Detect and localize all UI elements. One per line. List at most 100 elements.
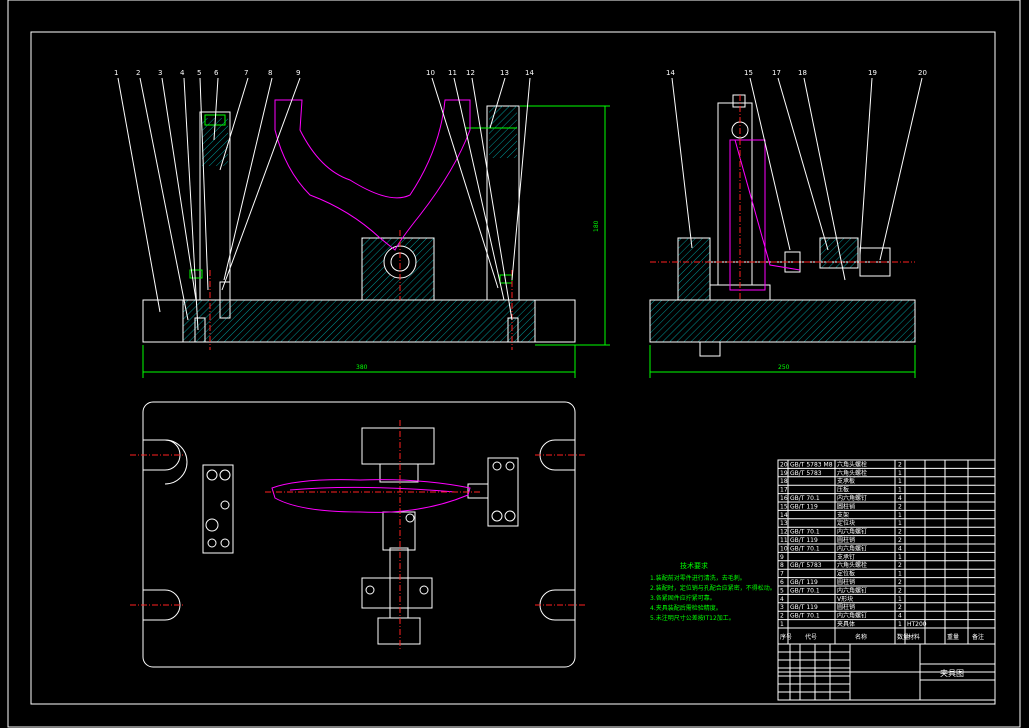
bom-row-no: 10 [780,545,788,552]
bom-row-qty: 1 [898,512,902,519]
bom-row-name: 六角头螺栓 [837,561,867,569]
svg-text:18: 18 [798,69,807,77]
bom-row-code: GB/T 5783 [790,470,822,477]
bom-row-no: 2 [780,613,784,620]
bom-row-qty: 2 [898,587,902,594]
bom-row-no: 7 [780,571,784,578]
bom-row-name: 定位块 [837,519,855,527]
svg-text:14: 14 [666,69,675,77]
bom-row-qty: 2 [898,529,902,536]
bom-row-code: GB/T 5783 [790,562,822,569]
bom-row-code: GB/T 119 [790,537,818,544]
bom-row-no: 12 [780,529,788,536]
bom-row-code: GB/T 70.1 [790,495,820,502]
bom-row-no: 5 [780,587,784,594]
bom-row-name: 圆柱销 [837,603,855,611]
svg-text:名称: 名称 [855,633,867,641]
svg-text:代号: 代号 [805,633,817,641]
svg-text:19: 19 [868,69,877,77]
bom-row-no: 17 [780,487,788,494]
svg-text:15: 15 [744,69,753,77]
svg-text:5.未注明尺寸公差按IT12加工。: 5.未注明尺寸公差按IT12加工。 [650,614,735,622]
bom-row-name: 支架 [837,511,849,519]
front-view-labels: 1 2 3 4 5 6 7 8 9 10 11 12 13 14 [114,69,534,77]
bom-row-name: V形块 [837,595,853,603]
bom-row-material: HT200 [907,621,927,628]
svg-text:20: 20 [918,69,927,77]
bom-row-qty: 1 [898,621,902,628]
front-leaders [117,77,531,331]
bom-row-qty: 4 [898,545,902,552]
bom-row-name: 内六角螺钉 [837,586,867,594]
bom-row-no: 14 [780,512,788,519]
bom-row-no: 8 [780,562,784,569]
bom-row-name: 内六角螺钉 [837,612,867,620]
bom-row-no: 9 [780,554,784,561]
bom-row-qty: 1 [898,596,902,603]
bom-row-qty: 2 [898,562,902,569]
title-block-name: 夹具图 [940,668,964,678]
bom-row-code: GB/T 5783 M8 [790,461,833,468]
bom-row-name: 圆柱销 [837,578,855,586]
bom-row-qty: 1 [898,571,902,578]
bom-row-code: GB/T 70.1 [790,613,820,620]
bom-row-name: 圆柱销 [837,502,855,510]
tech-notes: 技术要求 1.装配前对零件进行清洗，去毛刺。 2.装配时，定位销与孔配合应紧密，… [650,561,776,622]
bom-row-no: 16 [780,495,788,502]
bom-row-no: 11 [780,537,788,544]
svg-text:7: 7 [244,69,248,77]
dim-side-width-text: 250 [778,364,790,371]
svg-text:2.装配时，定位销与孔配合应紧密，不得松动。: 2.装配时，定位销与孔配合应紧密，不得松动。 [650,584,776,592]
top-base-outline [142,401,576,668]
svg-text:14: 14 [525,69,534,77]
bom-row-qty: 2 [898,604,902,611]
bom-row-name: 定位板 [837,570,855,578]
svg-text:备注: 备注 [972,633,984,641]
bom-row-qty: 1 [898,470,902,477]
bom-row-no: 20 [780,461,788,468]
bom-row-name: 内六角螺钉 [837,528,867,536]
bom-row-name: 夹具体 [837,620,855,628]
svg-text:5: 5 [197,69,201,77]
svg-text:材料: 材料 [908,633,920,641]
bom-row-name: 压板 [837,486,849,494]
svg-text:重量: 重量 [947,633,959,641]
bom-row-no: 3 [780,604,784,611]
workpiece-lever [274,99,471,251]
side-workpiece [729,139,766,291]
dim-height-text: 180 [593,220,600,232]
bom-row-name: 支承钉 [837,553,855,561]
svg-text:11: 11 [448,69,457,77]
bom-row-name: 支承板 [837,477,855,485]
svg-text:序号: 序号 [780,633,792,641]
svg-text:12: 12 [466,69,475,77]
bom-row-qty: 2 [898,579,902,586]
bom-row-qty: 4 [898,613,902,620]
svg-text:2: 2 [136,69,140,77]
svg-text:9: 9 [296,69,300,77]
bom-row-qty: 1 [898,554,902,561]
bom-row-qty: 2 [898,461,902,468]
dim-width-text: 380 [356,364,368,371]
top-workpiece [271,479,471,513]
bom-row-name: 六角头螺栓 [837,469,867,477]
bom-row-no: 15 [780,503,788,510]
bom-row-code: GB/T 70.1 [790,587,820,594]
side-upright [717,102,753,286]
tech-notes-title: 技术要求 [680,561,708,570]
bom-row-code: GB/T 119 [790,503,818,510]
cad-drawing-canvas: 380 180 1 2 3 4 5 6 7 8 9 10 11 12 13 14… [7,0,1021,728]
svg-text:8: 8 [268,69,272,77]
svg-text:1: 1 [114,69,118,77]
top-view [130,401,585,668]
bom-row-name: 内六角螺钉 [837,494,867,502]
front-view: 380 180 [117,77,610,378]
svg-text:4: 4 [180,69,185,77]
bom-row-qty: 1 [898,478,902,485]
bom-row-code: GB/T 119 [790,604,818,611]
bom-row-no: 1 [780,621,784,628]
bom-row-no: 19 [780,470,788,477]
svg-text:10: 10 [426,69,435,77]
bom-row-no: 6 [780,579,784,586]
svg-text:3.各紧固件应拧紧可靠。: 3.各紧固件应拧紧可靠。 [650,594,716,602]
